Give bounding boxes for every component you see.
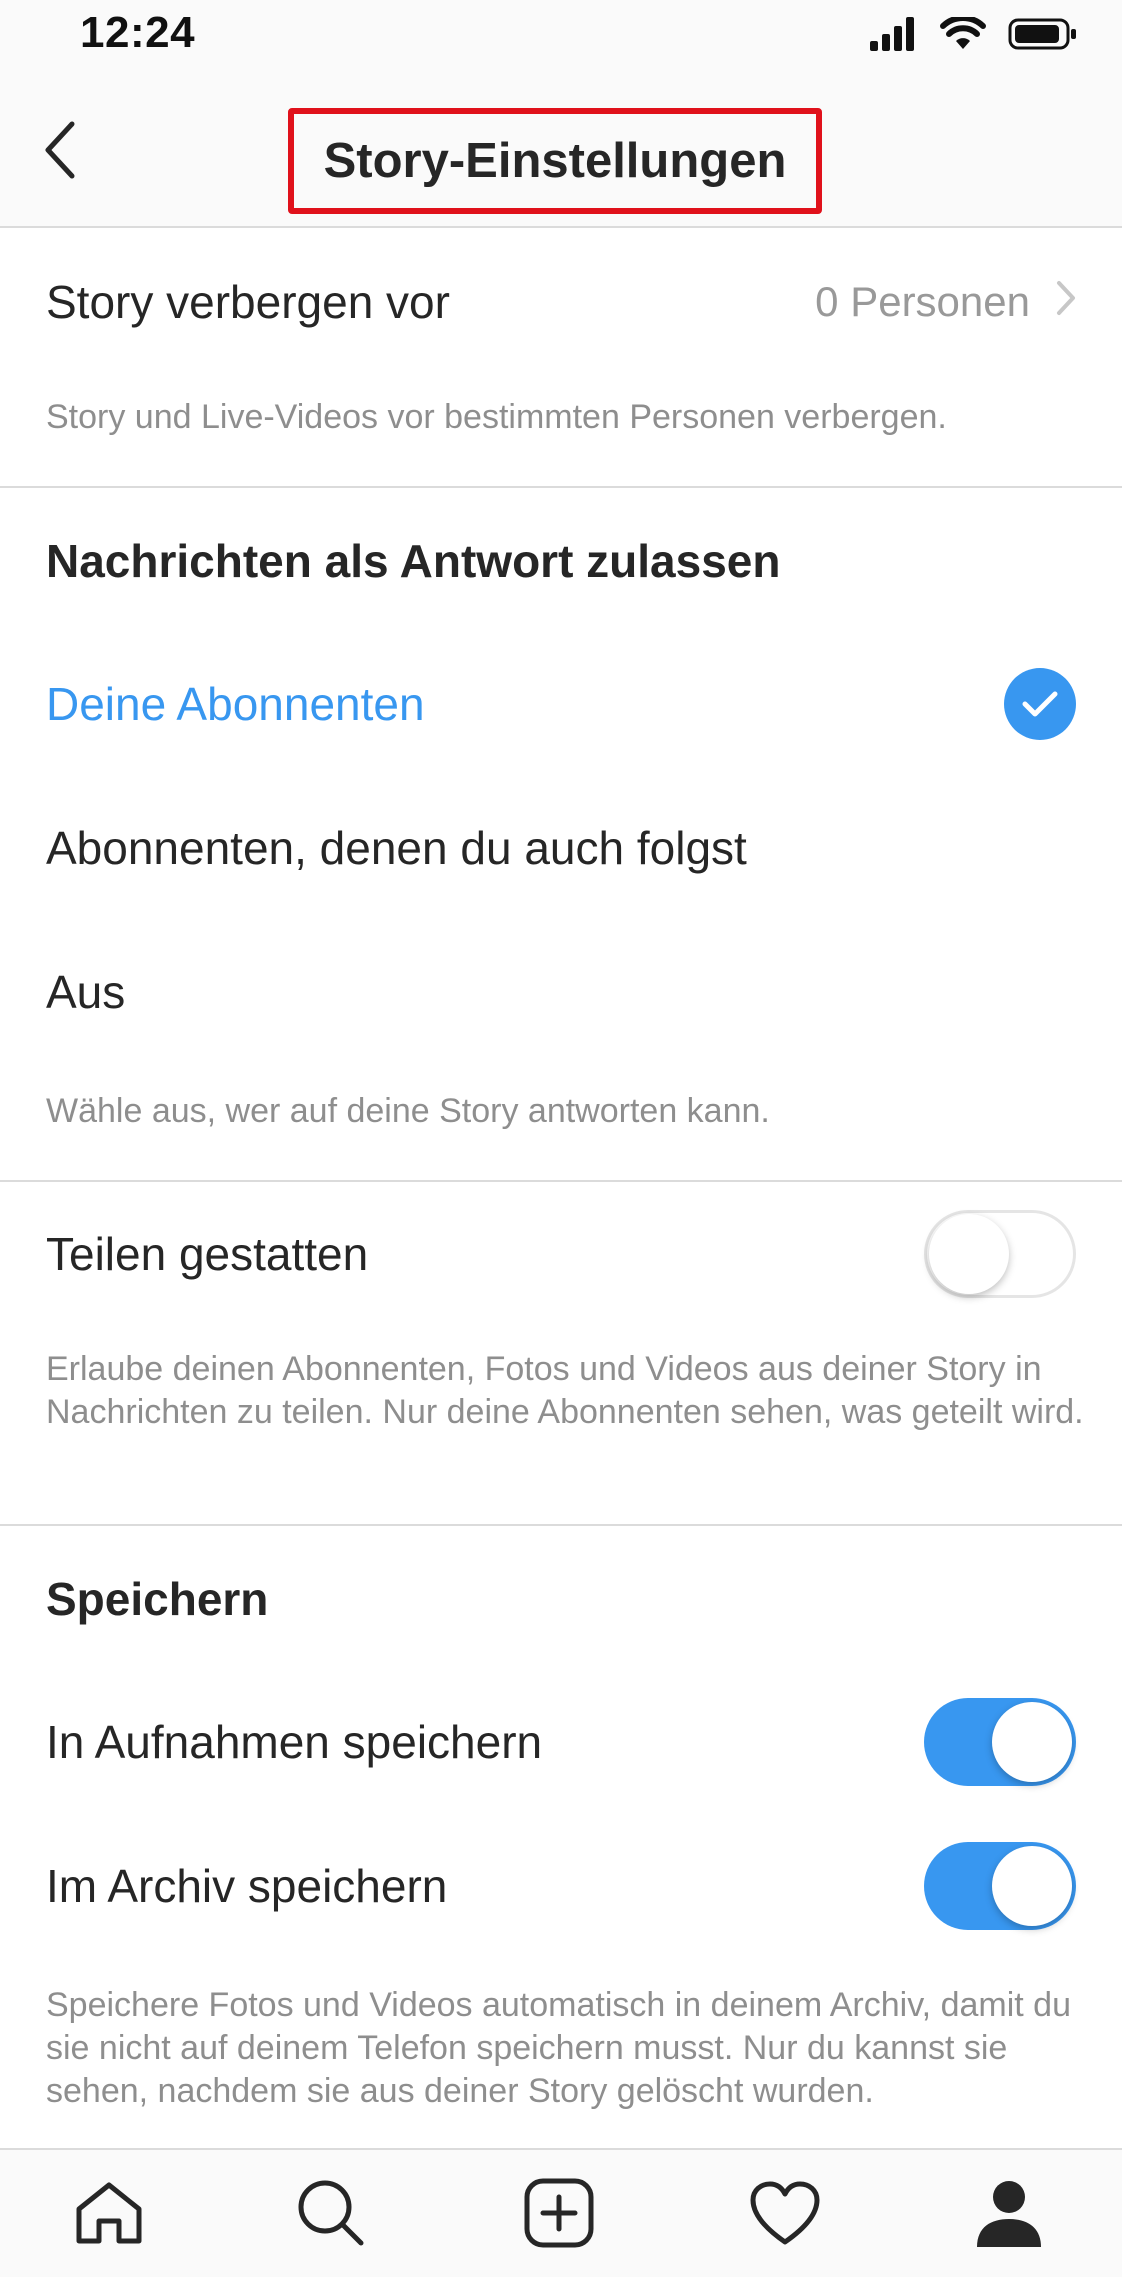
home-icon bbox=[73, 2179, 145, 2252]
save-to-camera-roll-row: In Aufnahmen speichern bbox=[0, 1692, 1122, 1792]
checkmark-icon bbox=[1004, 668, 1076, 740]
save-to-archive-row: Im Archiv speichern bbox=[0, 1836, 1122, 1936]
hide-story-label: Story verbergen vor bbox=[46, 276, 450, 328]
tab-bar bbox=[0, 2148, 1122, 2277]
tab-new-post[interactable] bbox=[514, 2170, 604, 2260]
chevron-left-icon bbox=[40, 120, 80, 185]
hide-story-value: 0 Personen bbox=[815, 278, 1030, 325]
save-to-archive-label: Im Archiv speichern bbox=[46, 1860, 448, 1912]
hide-story-description: Story und Live-Videos vor bestimmten Per… bbox=[46, 398, 947, 436]
status-time: 12:24 bbox=[80, 8, 196, 57]
save-to-archive-toggle[interactable] bbox=[924, 1842, 1076, 1930]
tab-activity[interactable] bbox=[740, 2170, 830, 2260]
allow-sharing-row: Teilen gestatten bbox=[0, 1204, 1122, 1304]
allow-sharing-toggle[interactable] bbox=[924, 1210, 1076, 1298]
allow-sharing-label: Teilen gestatten bbox=[46, 1228, 369, 1280]
title-highlight: Story-Einstellungen bbox=[288, 108, 822, 214]
replies-heading: Nachrichten als Antwort zulassen bbox=[46, 535, 781, 587]
wifi-icon bbox=[940, 14, 986, 56]
reply-option-followers[interactable]: Deine Abonnenten bbox=[0, 654, 1122, 754]
page-title: Story-Einstellungen bbox=[323, 134, 787, 188]
divider bbox=[0, 1524, 1122, 1526]
settings-list: Story verbergen vor 0 Personen Story und… bbox=[0, 228, 1122, 2148]
save-to-camera-roll-toggle[interactable] bbox=[924, 1698, 1076, 1786]
toggle-knob bbox=[992, 1702, 1072, 1782]
toggle-knob bbox=[929, 1214, 1009, 1294]
tab-profile[interactable] bbox=[964, 2170, 1054, 2260]
search-icon bbox=[295, 2177, 367, 2254]
navigation-bar: Story-Einstellungen bbox=[0, 72, 1122, 228]
toggle-knob bbox=[992, 1846, 1072, 1926]
save-to-camera-roll-label: In Aufnahmen speichern bbox=[46, 1716, 543, 1768]
add-post-icon bbox=[523, 2177, 595, 2254]
profile-icon bbox=[973, 2177, 1045, 2254]
cellular-signal-icon bbox=[870, 16, 918, 56]
allow-sharing-description: Erlaube deinen Abonnenten, Fotos und Vid… bbox=[46, 1350, 1084, 1431]
tab-home[interactable] bbox=[64, 2170, 154, 2260]
divider bbox=[0, 486, 1122, 488]
hide-story-row[interactable]: Story verbergen vor 0 Personen bbox=[0, 252, 1122, 352]
status-bar: 12:24 bbox=[0, 0, 1122, 72]
divider bbox=[0, 1180, 1122, 1182]
back-button[interactable] bbox=[30, 112, 90, 192]
status-icons bbox=[870, 12, 1078, 60]
reply-option-label: Deine Abonnenten bbox=[46, 678, 425, 730]
reply-option-label: Abonnenten, denen du auch folgst bbox=[46, 822, 747, 874]
saving-description: Speichere Fotos und Videos automatisch i… bbox=[46, 1986, 1071, 2110]
reply-option-label: Aus bbox=[46, 966, 126, 1018]
replies-description: Wähle aus, wer auf deine Story antworten… bbox=[46, 1092, 770, 1130]
heart-icon bbox=[749, 2180, 821, 2251]
chevron-right-icon bbox=[1056, 278, 1076, 326]
reply-option-off[interactable]: Aus bbox=[0, 942, 1122, 1042]
battery-icon bbox=[1008, 17, 1078, 56]
hide-story-value-group: 0 Personen bbox=[815, 278, 1076, 326]
reply-option-followers-you-follow[interactable]: Abonnenten, denen du auch folgst bbox=[0, 798, 1122, 898]
saving-heading: Speichern bbox=[46, 1573, 269, 1625]
tab-search[interactable] bbox=[286, 2170, 376, 2260]
